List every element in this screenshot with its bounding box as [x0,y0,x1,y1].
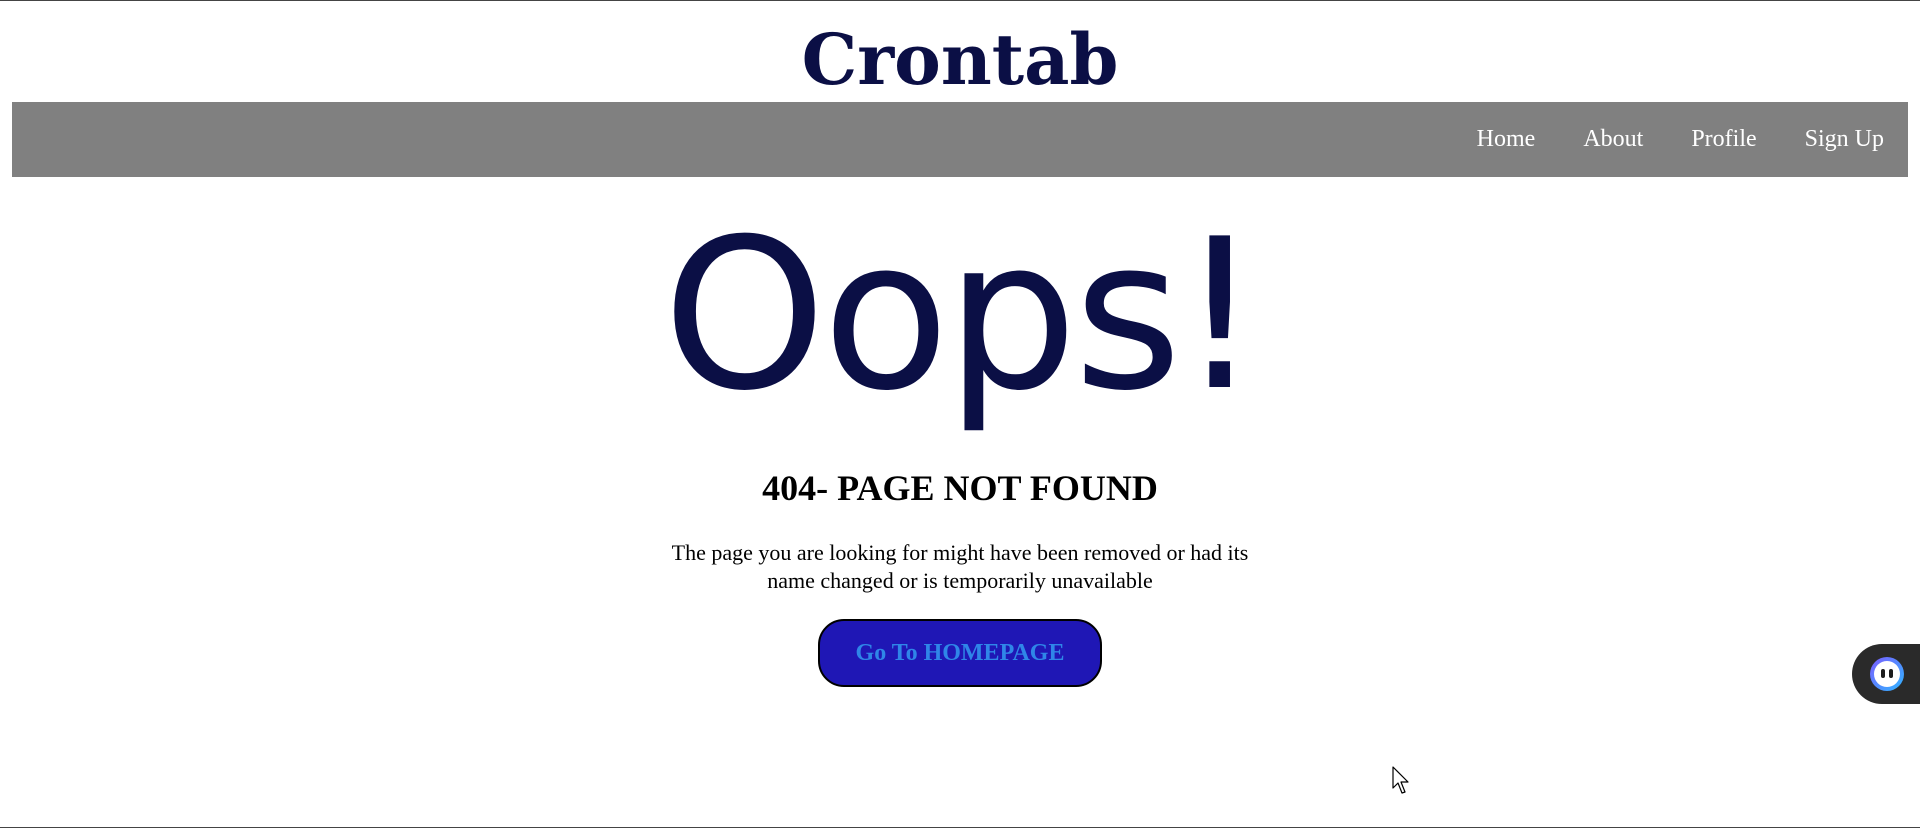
nav-link-profile[interactable]: Profile [1691,126,1756,153]
go-to-homepage-button[interactable]: Go To HOMEPAGE [818,619,1102,687]
site-brand: Crontab [801,18,1119,101]
assistant-bot-icon [1870,657,1904,691]
error-message: The page you are looking for might have … [671,540,1249,593]
top-navbar: Home About Profile Sign Up [12,102,1908,177]
assistant-widget[interactable] [1852,644,1920,704]
error-code-title: 404- PAGE NOT FOUND [762,468,1158,508]
mouse-pointer-icon [1392,766,1409,794]
nav-link-home[interactable]: Home [1477,126,1536,153]
nav-link-about[interactable]: About [1583,126,1643,153]
oops-headline: Oops! [662,195,1262,437]
bot-face [1874,661,1900,687]
nav-link-signup[interactable]: Sign Up [1805,126,1884,153]
